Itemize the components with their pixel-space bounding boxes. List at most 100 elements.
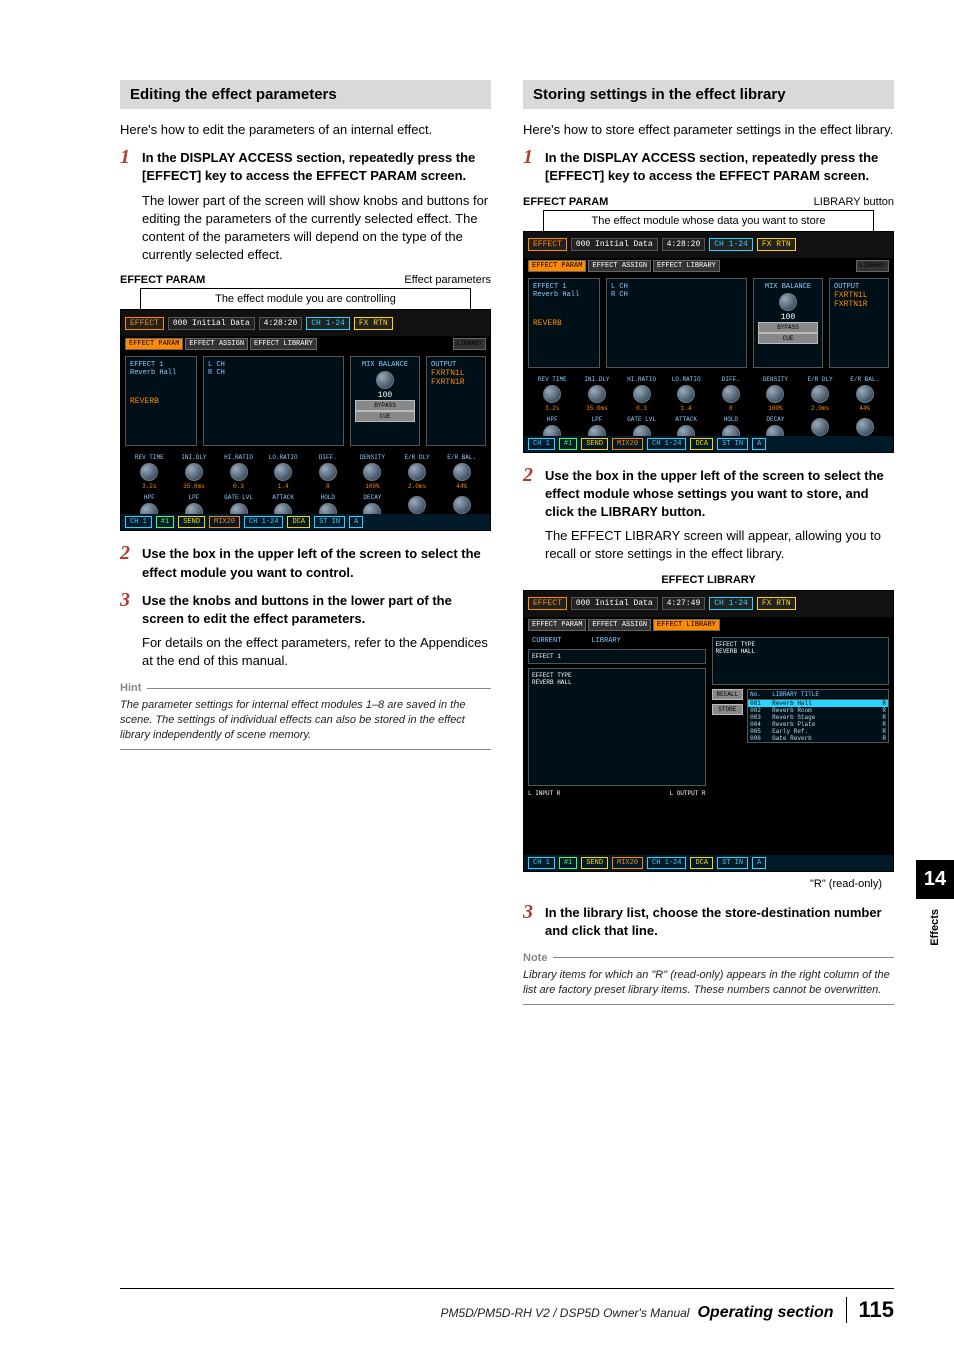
step-title: In the DISPLAY ACCESS section, repeatedl… <box>142 150 475 183</box>
library-row[interactable]: 001Reverb HallR <box>748 700 888 707</box>
editing-header: Editing the effect parameters <box>120 80 491 109</box>
chapter-label: Effects <box>929 909 941 946</box>
param-knob[interactable]: LO.RATIO1.4 <box>263 454 304 490</box>
right-column: Storing settings in the effect library H… <box>523 80 894 1005</box>
module-box[interactable]: EFFECT 1 <box>130 361 192 369</box>
param-knob[interactable]: INI.DLY35.0ms <box>577 376 618 412</box>
step-number: 3 <box>120 590 136 671</box>
fig-label-params: Effect parameters <box>404 274 491 286</box>
present-time: 4:28:20 <box>259 317 303 330</box>
manual-title: PM5D/PM5D-RH V2 / DSP5D Owner's Manual <box>440 1306 689 1320</box>
step-number: 1 <box>523 147 539 185</box>
tab-effect-library[interactable]: EFFECT LIBRARY <box>653 619 720 631</box>
step-title: Use the box in the upper left of the scr… <box>545 468 884 519</box>
chapter-tab: 14 Effects <box>916 860 954 946</box>
effect-param-screenshot-2: EFFECT 000 Initial Data 4:28:20 CH 1-24 … <box>523 231 894 453</box>
library-button[interactable]: LIBRARY <box>856 260 889 272</box>
library-row[interactable]: 002Reverb RoomR <box>748 707 888 714</box>
param-knob[interactable]: LO.RATIO1.4 <box>666 376 707 412</box>
library-row[interactable]: 005Early Ref.R <box>748 728 888 735</box>
library-row[interactable]: 006Gate ReverbR <box>748 735 888 742</box>
param-knob[interactable]: INI.DLY35.0ms <box>174 454 215 490</box>
library-row[interactable]: 004Reverb PlateR <box>748 721 888 728</box>
fig-label-library-btn: LIBRARY button <box>814 196 894 208</box>
tab-effect-param[interactable]: EFFECT PARAM <box>528 260 586 272</box>
param-knob[interactable]: REV TIME3.2s <box>129 454 170 490</box>
cue-button[interactable]: CUE <box>355 411 415 422</box>
hint-title: Hint <box>120 682 141 694</box>
param-knob[interactable]: E/R BAL.44% <box>844 376 885 412</box>
step-number: 3 <box>523 902 539 940</box>
tab-effect-param[interactable]: EFFECT PARAM <box>528 619 586 631</box>
step-number: 2 <box>120 543 136 581</box>
editing-intro: Here's how to edit the parameters of an … <box>120 121 491 139</box>
tab-effect-library[interactable]: EFFECT LIBRARY <box>653 260 720 272</box>
param-knob[interactable]: HI.RATIO0.3 <box>621 376 662 412</box>
param-knob[interactable]: E/R DLY2.0ms <box>397 454 438 490</box>
chapter-number: 14 <box>916 860 954 899</box>
param-knob[interactable]: DENSITY100% <box>755 376 796 412</box>
r-readonly-caption: "R" (read-only) <box>523 878 882 890</box>
fig-label-effect-param: EFFECT PARAM <box>120 274 205 286</box>
tab-effect-library[interactable]: EFFECT LIBRARY <box>250 338 317 350</box>
send-button[interactable]: SEND <box>581 438 608 450</box>
page-number: 115 <box>846 1297 895 1323</box>
effect-param-screenshot: EFFECT 000 Initial Data 4:28:20 CH 1-24 … <box>120 309 491 531</box>
bypass-button[interactable]: BYPASS <box>355 400 415 411</box>
left-step-1: 1 In the DISPLAY ACCESS section, repeate… <box>120 149 491 264</box>
store-button[interactable]: STORE <box>712 704 744 715</box>
note-body: Library items for which an "R" (read-onl… <box>523 968 894 1005</box>
selected-ch: CH 1 <box>125 516 152 528</box>
section-title: Operating section <box>697 1304 833 1322</box>
right-step-2: 2 Use the box in the upper left of the s… <box>523 467 894 564</box>
library-row[interactable]: 003Reverb StageR <box>748 714 888 721</box>
note-block: Note Library items for which an "R" (rea… <box>523 952 894 1005</box>
callout-module-store: The effect module whose data you want to… <box>543 210 874 231</box>
storing-header: Storing settings in the effect library <box>523 80 894 109</box>
callout-module-controlling: The effect module you are controlling <box>140 288 471 309</box>
param-knob[interactable]: DIFF.8 <box>308 454 349 490</box>
tab-effect-param[interactable]: EFFECT PARAM <box>125 338 183 350</box>
tab-effect-assign[interactable]: EFFECT ASSIGN <box>588 619 651 631</box>
step-title: In the library list, choose the store-de… <box>545 905 882 938</box>
effect-library-caption: EFFECT LIBRARY <box>523 574 894 586</box>
recall-button[interactable]: RECALL <box>712 689 744 700</box>
send-button[interactable]: SEND <box>581 857 608 869</box>
screen-name: EFFECT <box>125 317 164 330</box>
step-number: 1 <box>120 147 136 264</box>
param-knob[interactable]: E/R BAL.44% <box>441 454 482 490</box>
step-title: In the DISPLAY ACCESS section, repeatedl… <box>545 150 878 183</box>
step-number: 2 <box>523 465 539 564</box>
step-title: Use the box in the upper left of the scr… <box>142 546 481 579</box>
param-knob[interactable]: REV TIME3.2s <box>532 376 573 412</box>
scene-memory: 000 Initial Data <box>168 317 255 330</box>
step-title: Use the knobs and buttons in the lower p… <box>142 593 452 626</box>
effect-library-screenshot: EFFECT 000 Initial Data 4:27:49 CH 1-24 … <box>523 590 894 872</box>
send-button[interactable]: SEND <box>178 516 205 528</box>
left-step-3: 3 Use the knobs and buttons in the lower… <box>120 592 491 671</box>
hint-body: The parameter settings for internal effe… <box>120 698 491 750</box>
param-knob[interactable]: DENSITY100% <box>352 454 393 490</box>
note-title: Note <box>523 952 547 964</box>
effect-module[interactable]: EFFECT 1 <box>528 649 706 664</box>
fig-label-effect-param: EFFECT PARAM <box>523 196 608 208</box>
storing-intro: Here's how to store effect parameter set… <box>523 121 894 139</box>
right-step-1: 1 In the DISPLAY ACCESS section, repeate… <box>523 149 894 185</box>
page-footer: PM5D/PM5D-RH V2 / DSP5D Owner's Manual O… <box>120 1288 894 1323</box>
step-text: The EFFECT LIBRARY screen will appear, a… <box>545 528 881 561</box>
module-box[interactable]: EFFECT 1 <box>533 283 595 291</box>
cue-button[interactable]: CUE <box>758 333 818 344</box>
param-knob[interactable]: HI.RATIO0.3 <box>218 454 259 490</box>
meter-ch: CH 1-24 <box>306 317 350 330</box>
right-step-3: 3 In the library list, choose the store-… <box>523 904 894 940</box>
step-text: For details on the effect parameters, re… <box>142 635 488 668</box>
tab-effect-assign[interactable]: EFFECT ASSIGN <box>185 338 248 350</box>
param-knob[interactable]: DIFF.8 <box>711 376 752 412</box>
tab-effect-assign[interactable]: EFFECT ASSIGN <box>588 260 651 272</box>
param-knob[interactable]: E/R DLY2.0ms <box>800 376 841 412</box>
library-button[interactable]: LIBRARY <box>453 338 486 350</box>
library-list[interactable]: No.LIBRARY TITLE 001Reverb HallR002Rever… <box>747 689 889 743</box>
bypass-button[interactable]: BYPASS <box>758 322 818 333</box>
left-column: Editing the effect parameters Here's how… <box>120 80 491 1005</box>
hint-block: Hint The parameter settings for internal… <box>120 682 491 750</box>
